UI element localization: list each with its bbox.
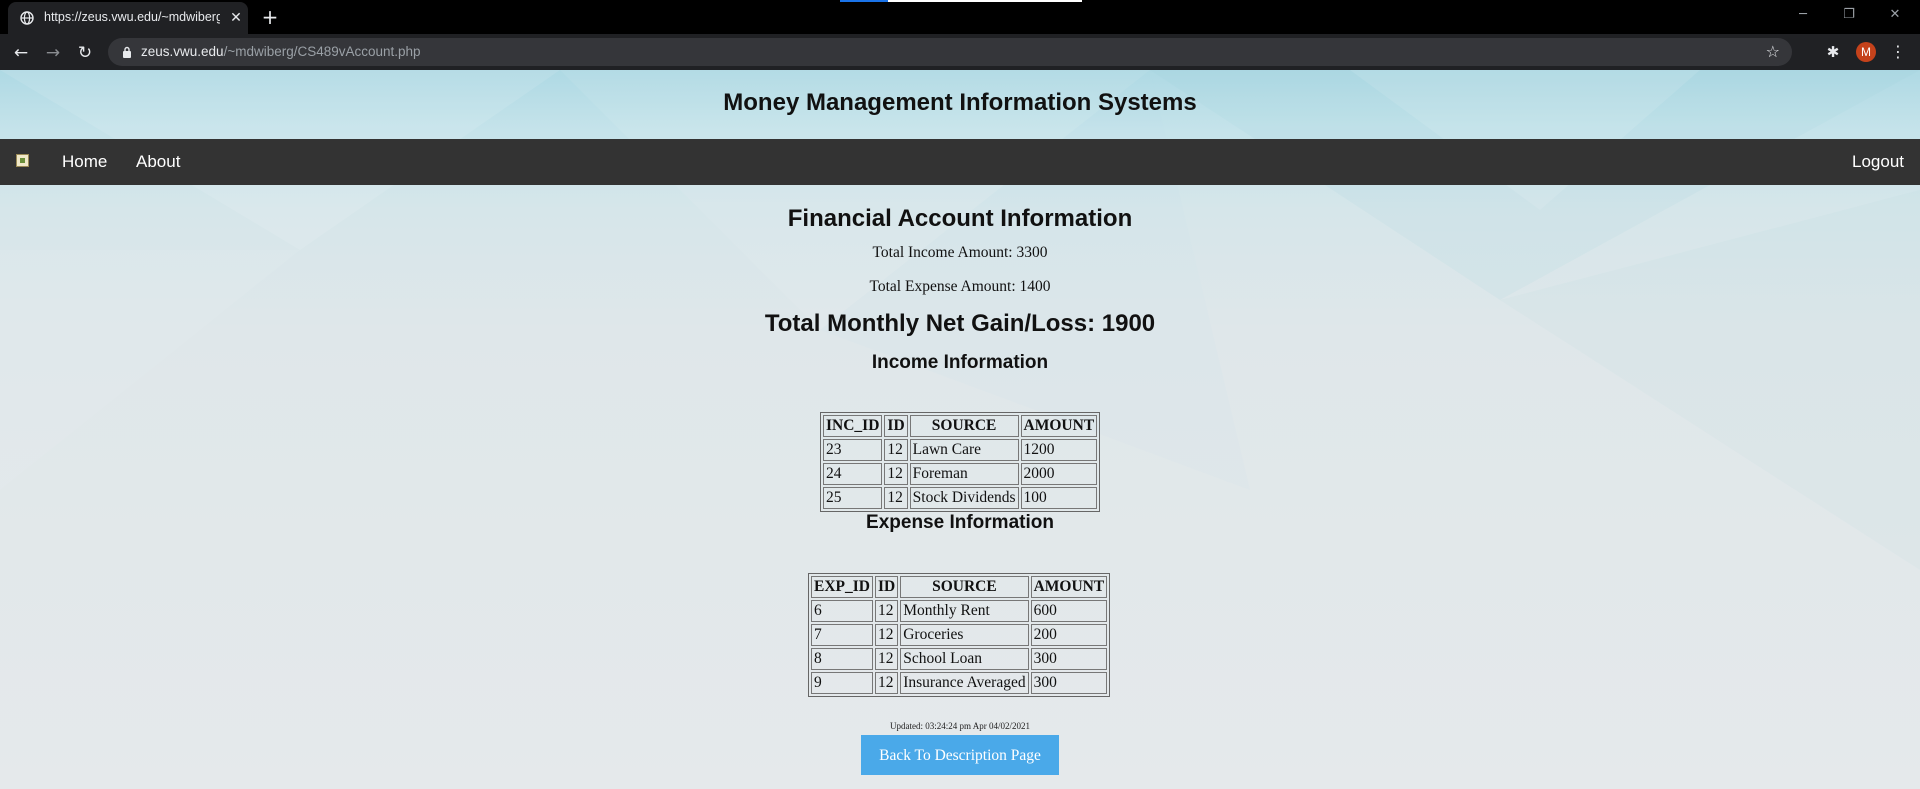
column-header: EXP_ID — [811, 576, 873, 598]
site-navbar: Home About Logout — [0, 139, 1920, 185]
profile-avatar[interactable]: M — [1856, 42, 1876, 62]
forward-arrow-icon[interactable]: → — [40, 40, 66, 66]
table-cell: Stock Dividends — [909, 487, 1019, 509]
table-cell: Monthly Rent — [900, 600, 1029, 622]
table-cell: 1200 — [1020, 439, 1098, 461]
table-cell: 200 — [1030, 624, 1108, 646]
expense-header-row: EXP_ID ID SOURCE AMOUNT — [811, 576, 1108, 598]
expense-heading: Expense Information — [866, 512, 1054, 533]
nav-home-link[interactable]: Home — [62, 152, 107, 172]
url-text: zeus.vwu.edu/~mdwiberg/CS489vAccount.php — [141, 44, 421, 59]
close-tab-icon[interactable]: ✕ — [226, 8, 246, 28]
table-cell: Groceries — [900, 624, 1029, 646]
table-cell: Lawn Care — [909, 439, 1019, 461]
browser-toolbar: ← → ↻ zeus.vwu.edu/~mdwiberg/CS489vAccou… — [0, 34, 1920, 70]
total-expense-text: Total Expense Amount: 1400 — [869, 278, 1051, 295]
minimize-icon[interactable]: ─ — [1780, 0, 1826, 30]
total-income-text: Total Income Amount: 3300 — [872, 244, 1048, 261]
table-row: 24 12 Foreman 2000 — [823, 463, 1098, 485]
reload-icon[interactable]: ↻ — [72, 40, 98, 66]
new-tab-icon[interactable]: + — [258, 6, 282, 30]
table-cell: School Loan — [900, 648, 1029, 670]
tab-title: https://zeus.vwu.edu/~mdwiberg/CS489vAcc… — [44, 10, 220, 24]
lock-icon — [123, 46, 131, 58]
extensions-puzzle-icon[interactable]: ✱ — [1823, 42, 1843, 62]
table-cell: 9 — [811, 672, 873, 694]
column-header: ID — [884, 415, 908, 437]
table-cell: 2000 — [1020, 463, 1098, 485]
table-row: 8 12 School Loan 300 — [811, 648, 1108, 670]
net-gain-loss-heading: Total Monthly Net Gain/Loss: 1900 — [764, 310, 1156, 337]
site-title: Money Management Information Systems — [723, 89, 1197, 116]
table-cell: Insurance Averaged — [900, 672, 1029, 694]
table-cell: 12 — [874, 600, 899, 622]
url-path: /~mdwiberg/CS489vAccount.php — [223, 44, 421, 59]
table-cell: 12 — [884, 463, 908, 485]
url-host: zeus.vwu.edu — [141, 44, 224, 59]
back-to-description-button[interactable]: Back To Description Page — [861, 735, 1059, 775]
table-cell: Foreman — [909, 463, 1019, 485]
column-header: AMOUNT — [1030, 576, 1108, 598]
table-cell: 300 — [1030, 672, 1108, 694]
site-logo-icon[interactable] — [16, 154, 29, 167]
nav-about-link[interactable]: About — [136, 152, 180, 172]
table-row: 6 12 Monthly Rent 600 — [811, 600, 1108, 622]
table-cell: 25 — [823, 487, 883, 509]
table-row: 9 12 Insurance Averaged 300 — [811, 672, 1108, 694]
table-row: 7 12 Groceries 200 — [811, 624, 1108, 646]
table-cell: 23 — [823, 439, 883, 461]
web-page: Money Management Information Systems Hom… — [0, 70, 1920, 789]
table-cell: 8 — [811, 648, 873, 670]
income-heading: Income Information — [871, 352, 1049, 373]
browser-menu-icon[interactable]: ⋮ — [1888, 42, 1908, 62]
address-bar[interactable]: zeus.vwu.edu/~mdwiberg/CS489vAccount.php… — [108, 38, 1792, 66]
browser-tab-strip: https://zeus.vwu.edu/~mdwiberg/CS489vAcc… — [0, 0, 1920, 34]
table-cell: 100 — [1020, 487, 1098, 509]
close-window-icon[interactable]: ✕ — [1872, 0, 1918, 30]
column-header: SOURCE — [900, 576, 1029, 598]
bookmark-star-icon[interactable]: ☆ — [1766, 42, 1780, 62]
table-cell: 12 — [874, 648, 899, 670]
table-row: 23 12 Lawn Care 1200 — [823, 439, 1098, 461]
table-cell: 300 — [1030, 648, 1108, 670]
nav-logout-link[interactable]: Logout — [1852, 152, 1904, 172]
table-cell: 12 — [874, 624, 899, 646]
expense-table: EXP_ID ID SOURCE AMOUNT 6 12 Monthly Ren… — [808, 573, 1111, 697]
updated-timestamp: Updated: 03:24:24 pm Apr 04/02/2021 — [890, 721, 1030, 731]
restore-icon[interactable]: ❐ — [1826, 0, 1872, 30]
table-cell: 24 — [823, 463, 883, 485]
table-cell: 6 — [811, 600, 873, 622]
tab-strip-indicator-accent — [840, 0, 888, 2]
column-header: SOURCE — [909, 415, 1019, 437]
table-cell: 12 — [874, 672, 899, 694]
account-heading: Financial Account Information — [787, 205, 1133, 232]
column-header: INC_ID — [823, 415, 883, 437]
site-header: Money Management Information Systems — [0, 70, 1920, 138]
globe-icon — [20, 11, 34, 25]
browser-tab[interactable]: https://zeus.vwu.edu/~mdwiberg/CS489vAcc… — [8, 2, 248, 34]
income-table: INC_ID ID SOURCE AMOUNT 23 12 Lawn Care … — [820, 412, 1101, 512]
income-header-row: INC_ID ID SOURCE AMOUNT — [823, 415, 1098, 437]
table-cell: 7 — [811, 624, 873, 646]
column-header: AMOUNT — [1020, 415, 1098, 437]
table-row: 25 12 Stock Dividends 100 — [823, 487, 1098, 509]
table-cell: 12 — [884, 439, 908, 461]
table-cell: 600 — [1030, 600, 1108, 622]
back-arrow-icon[interactable]: ← — [8, 40, 34, 66]
table-cell: 12 — [884, 487, 908, 509]
column-header: ID — [874, 576, 899, 598]
